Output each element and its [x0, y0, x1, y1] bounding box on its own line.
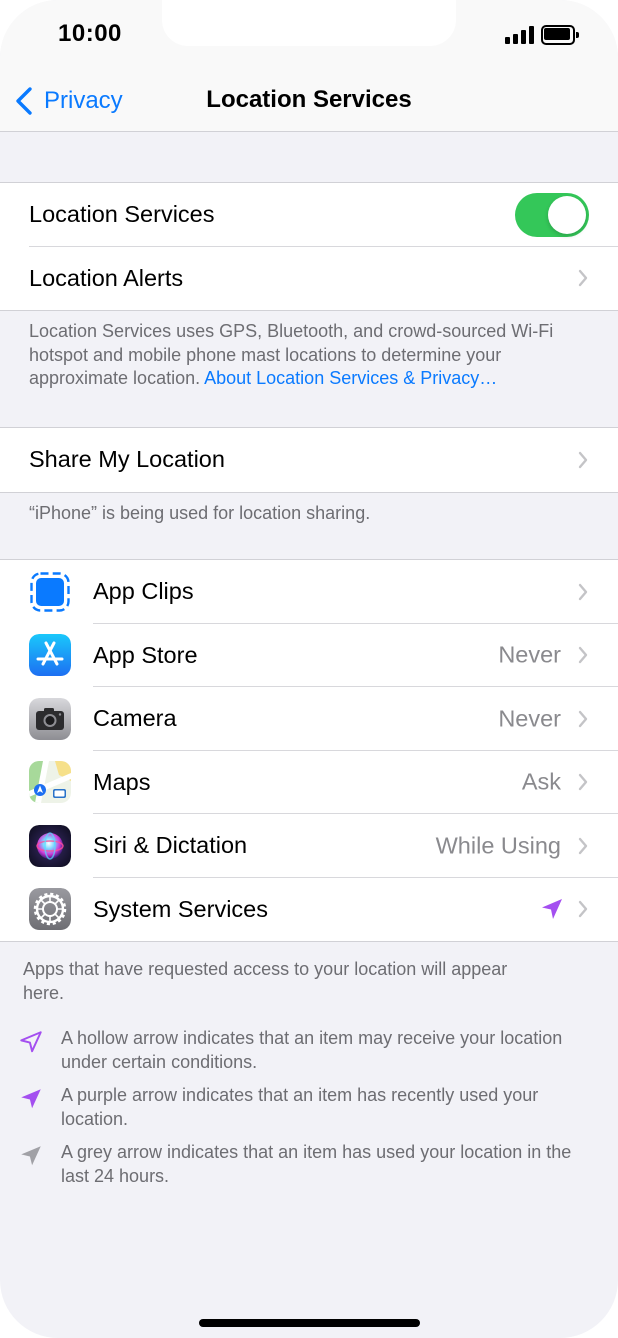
share-location-group: Share My Location: [0, 427, 618, 493]
notch: [162, 0, 456, 46]
app-row-camera[interactable]: Camera Never: [0, 687, 618, 751]
app-row-system-services[interactable]: System Services: [0, 878, 618, 942]
location-settings-group: Location Services Location Alerts: [0, 182, 618, 311]
location-services-toggle[interactable]: [515, 192, 589, 237]
battery-icon: [541, 25, 579, 45]
chevron-right-icon: [578, 710, 588, 727]
share-my-location-label: Share My Location: [29, 446, 225, 473]
legend-text: A grey arrow indicates that an item has …: [61, 1142, 572, 1186]
chevron-right-icon: [578, 270, 588, 287]
app-row-maps[interactable]: Maps Ask: [0, 751, 618, 814]
app-row-siri[interactable]: Siri & Dictation While Using: [0, 814, 618, 878]
permission-value: Ask: [521, 768, 561, 795]
legend-text: A hollow arrow indicates that an item ma…: [61, 1028, 563, 1072]
location-alerts-row[interactable]: Location Alerts: [0, 247, 618, 311]
maps-icon: [29, 761, 71, 804]
chevron-right-icon: [578, 583, 588, 600]
app-clips-icon: [29, 570, 71, 613]
legend-text: A purple arrow indicates that an item ha…: [61, 1085, 539, 1129]
location-alerts-label: Location Alerts: [29, 264, 184, 291]
app-row-app-clips[interactable]: App Clips: [0, 560, 618, 624]
permission-value: Never: [498, 705, 561, 732]
location-services-description: Location Services uses GPS, Bluetooth, a…: [29, 320, 594, 391]
page-title: Location Services: [206, 86, 412, 113]
navigation-bar: Privacy Location Services: [0, 70, 618, 132]
app-row-app-store[interactable]: App Store Never: [0, 624, 618, 687]
app-name: Siri & Dictation: [93, 832, 248, 859]
status-time: 10:00: [58, 20, 122, 47]
chevron-right-icon: [578, 774, 588, 791]
app-name: System Services: [93, 895, 268, 922]
sharing-device-note: “iPhone” is being used for location shar…: [29, 503, 371, 523]
app-store-icon: [29, 634, 71, 677]
app-name: App Clips: [93, 578, 194, 605]
siri-icon: [29, 824, 71, 867]
app-name: App Store: [93, 641, 198, 668]
status-bar: 10:00: [0, 0, 618, 70]
system-services-icon: [29, 888, 71, 931]
permission-value: While Using: [435, 832, 561, 859]
purple-arrow-icon: [21, 1089, 41, 1109]
purple-location-arrow-icon: [542, 899, 562, 920]
apps-group: App Clips App Store Never Camera Never M…: [0, 559, 618, 942]
cellular-signal-icon: [505, 26, 535, 44]
app-name: Maps: [93, 768, 151, 795]
chevron-right-icon: [578, 647, 588, 664]
toggle-knob: [548, 195, 586, 234]
about-location-privacy-link[interactable]: About Location Services & Privacy…: [204, 368, 497, 388]
chevron-right-icon: [578, 451, 588, 468]
grey-arrow-icon: [21, 1146, 41, 1166]
apps-footer-note: Apps that have requested access to your …: [23, 959, 508, 1003]
app-name: Camera: [93, 705, 177, 732]
share-my-location-row[interactable]: Share My Location: [0, 428, 618, 492]
location-services-label: Location Services: [29, 201, 215, 228]
home-indicator[interactable]: [199, 1319, 420, 1327]
phone-screen: 10:00 Privacy Location Services Location…: [0, 0, 618, 1338]
permission-value: Never: [498, 641, 561, 668]
hollow-arrow-icon: [20, 1031, 42, 1053]
chevron-right-icon: [578, 901, 588, 918]
location-services-row: Location Services: [0, 183, 618, 247]
camera-icon: [29, 697, 71, 740]
chevron-right-icon: [578, 837, 588, 854]
